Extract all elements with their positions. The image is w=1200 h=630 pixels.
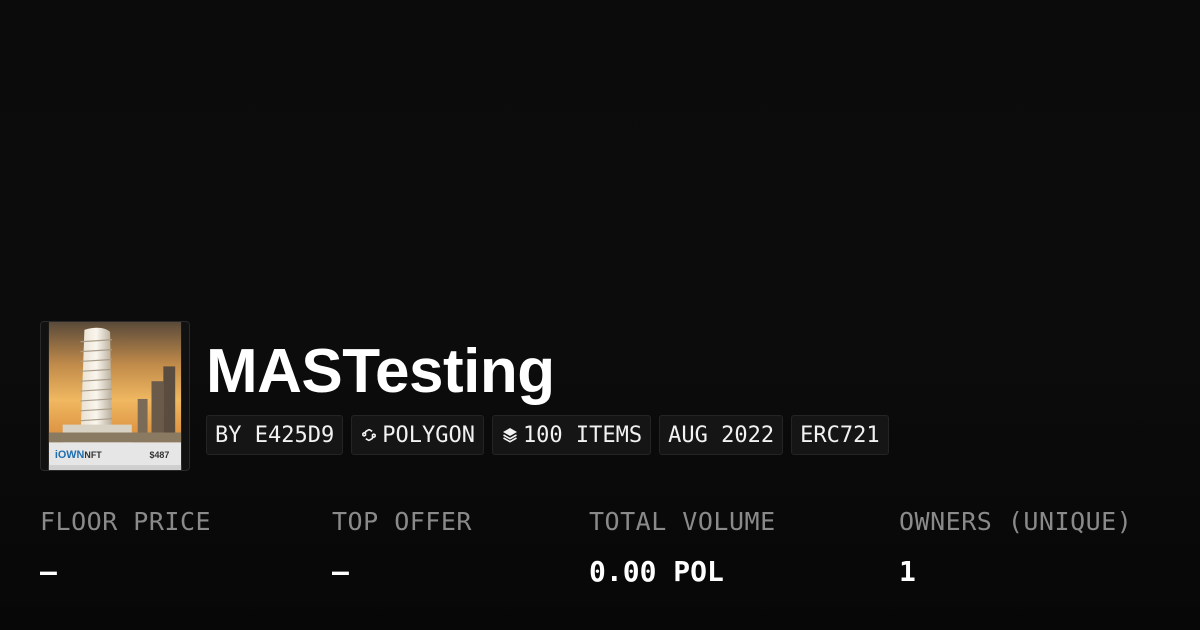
date-label: AUG 2022 bbox=[668, 422, 775, 448]
collection-title: MASTesting bbox=[206, 337, 555, 406]
date-chip: AUG 2022 bbox=[659, 415, 784, 455]
creator-label: BY E425D9 bbox=[215, 422, 335, 448]
thumbnail-brand: iOWN bbox=[55, 449, 85, 461]
top-offer-label: TOP OFFER bbox=[332, 507, 472, 536]
building-image: iOWN NFT $487 bbox=[48, 322, 182, 470]
standard-label: ERC721 bbox=[800, 422, 880, 448]
total-volume-stat: TOTAL VOLUME 0.00 POL bbox=[589, 505, 776, 589]
standard-chip: ERC721 bbox=[791, 415, 889, 455]
owners-value: 1 bbox=[899, 555, 916, 588]
floor-price-stat: FLOOR PRICE – bbox=[40, 505, 211, 589]
top-offer-stat: TOP OFFER – bbox=[332, 505, 472, 589]
owners-stat: OWNERS (UNIQUE) 1 bbox=[899, 505, 1132, 589]
layers-icon bbox=[501, 426, 519, 444]
floor-price-label: FLOOR PRICE bbox=[40, 507, 212, 536]
items-label: 100 ITEMS bbox=[522, 422, 643, 448]
total-volume-value: 0.00 POL bbox=[589, 555, 724, 588]
creator-chip[interactable]: BY E425D9 bbox=[206, 415, 344, 455]
collection-meta-chips: BY E425D9 POLYGON 100 ITEMS AUG 2022 ERC… bbox=[206, 415, 889, 455]
total-volume-label: TOTAL VOLUME bbox=[589, 507, 776, 536]
floor-price-value: – bbox=[40, 555, 57, 588]
chain-label: POLYGON bbox=[382, 422, 475, 448]
owners-label: OWNERS (UNIQUE) bbox=[899, 507, 1133, 536]
collection-thumbnail: iOWN NFT $487 bbox=[40, 321, 190, 471]
thumbnail-brand-suffix: NFT bbox=[84, 450, 102, 460]
polygon-icon bbox=[360, 426, 378, 444]
chain-chip: POLYGON bbox=[351, 415, 484, 455]
items-chip: 100 ITEMS bbox=[491, 415, 652, 455]
top-offer-value: – bbox=[332, 555, 349, 588]
thumbnail-price: $487 bbox=[150, 450, 170, 460]
